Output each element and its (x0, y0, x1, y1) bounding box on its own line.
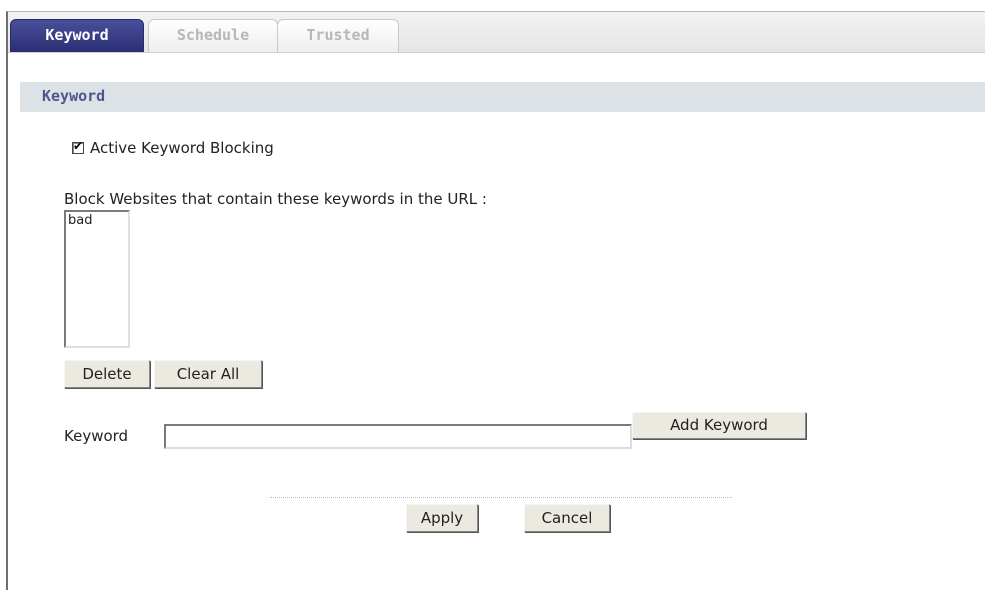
cancel-button[interactable]: Cancel (524, 504, 610, 532)
keyword-listbox[interactable]: bad (64, 210, 130, 348)
delete-button[interactable]: Delete (64, 360, 150, 388)
active-keyword-blocking-label[interactable]: Active Keyword Blocking (90, 139, 274, 157)
tab-trusted[interactable]: Trusted (277, 19, 399, 52)
tab-keyword[interactable]: Keyword (10, 19, 144, 52)
apply-button[interactable]: Apply (406, 504, 478, 532)
keyword-input[interactable] (164, 424, 632, 449)
section-title: Keyword (42, 87, 106, 105)
active-keyword-blocking-row: ✔ Active Keyword Blocking (72, 139, 274, 157)
tab-schedule[interactable]: Schedule (148, 19, 278, 52)
clear-all-button[interactable]: Clear All (154, 360, 262, 388)
list-item[interactable]: bad (68, 213, 126, 228)
section-header: Keyword (20, 82, 985, 112)
checkmark-icon: ✔ (73, 139, 84, 153)
tab-bar: Keyword Schedule Trusted (8, 12, 985, 53)
content-frame: Keyword Schedule Trusted Keyword ✔ Activ… (6, 11, 985, 590)
block-websites-label: Block Websites that contain these keywor… (64, 190, 487, 208)
divider (270, 497, 732, 498)
add-keyword-button[interactable]: Add Keyword (632, 412, 806, 439)
active-keyword-blocking-checkbox[interactable]: ✔ (72, 139, 84, 154)
keyword-field-label: Keyword (64, 427, 129, 445)
